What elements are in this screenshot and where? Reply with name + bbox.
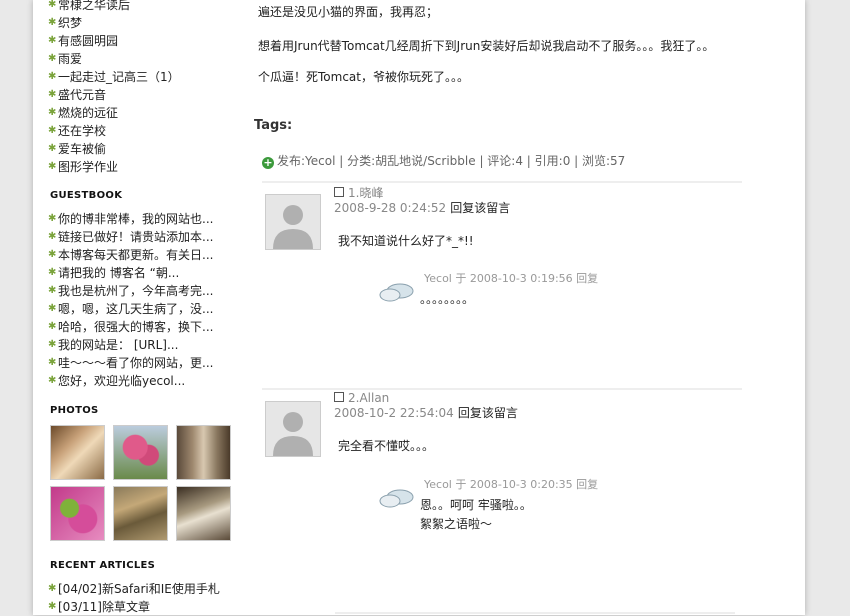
reply-line: 恩。。呵呵 牢骚啦。。 bbox=[420, 498, 532, 512]
article-link[interactable]: ✱ 燃烧的远征 bbox=[46, 104, 180, 122]
article-link[interactable]: ✱ 雨爱 bbox=[46, 50, 180, 68]
reply-link[interactable]: 回复该留言 bbox=[450, 201, 510, 215]
post-meta: + 发布:Yecol | 分类:胡乱地说/Scribble | 评论:4 | 引用… bbox=[262, 154, 626, 169]
reply-header: Yecol 于 2008-10-3 0:20:35 回复 bbox=[424, 478, 599, 491]
guestbook-item[interactable]: ✱ 链接已做好！请贵站添加本... bbox=[46, 228, 213, 246]
star-icon: ✱ bbox=[48, 231, 57, 242]
star-icon: ✱ bbox=[48, 89, 57, 100]
star-icon: ✱ bbox=[48, 107, 57, 118]
comment-icon bbox=[334, 392, 344, 402]
speech-bubble-icon bbox=[379, 283, 414, 302]
post-line: 想着用Jrun代替Tomcat几经周折下到Jrun安装好后却说我启动不了服务。。… bbox=[258, 39, 715, 53]
guestbook-item[interactable]: ✱ 本博客每天都更新。有关日... bbox=[46, 246, 213, 264]
guestbook-item[interactable]: ✱ 请把我的 博客名 “朝... bbox=[46, 264, 213, 282]
star-icon: ✱ bbox=[48, 583, 57, 594]
post-line: 个瓜逼！死Tomcat，爷被你玩死了。。。 bbox=[258, 70, 469, 84]
star-icon: ✱ bbox=[48, 17, 57, 28]
article-link[interactable]: ✱ 盛代元音 bbox=[46, 86, 180, 104]
star-icon: ✱ bbox=[48, 357, 57, 368]
article-link[interactable]: ✱ 还在学校 bbox=[46, 122, 180, 140]
plus-icon: + bbox=[262, 156, 274, 169]
guestbook-item[interactable]: ✱ 哇～～～看了你的网站，更... bbox=[46, 354, 213, 372]
star-icon: ✱ bbox=[48, 267, 57, 278]
article-list: ✱ 常棣之华读后 ✱ 织梦 ✱ 有感圆明园 ✱ 雨爱 ✱ 一起走过_记高三（1） ✱ 盛代元… bbox=[46, 0, 180, 176]
guestbook-list: ✱ 你的博非常棒，我的网站也... ✱ 链接已做好！请贵站添加本... ✱ 本博客每天… bbox=[46, 210, 213, 390]
star-icon: ✱ bbox=[48, 71, 57, 82]
star-icon: ✱ bbox=[48, 35, 57, 46]
article-link[interactable]: ✱ 爱车被偷 bbox=[46, 140, 180, 158]
pink-blossom-photo[interactable] bbox=[50, 486, 105, 541]
alley-photo[interactable] bbox=[176, 425, 231, 480]
recent-articles-list: ✱ [04/02]新Safari和IE使用手札 ✱ [03/11]除草文章 bbox=[46, 580, 220, 616]
post-line: 遍还是没见小猫的界面，我再忍； bbox=[258, 5, 439, 19]
tags-label: Tags: bbox=[254, 118, 293, 133]
star-icon: ✱ bbox=[48, 601, 57, 612]
guestbook-item[interactable]: ✱ 嗯，嗯，这几天生病了，没... bbox=[46, 300, 213, 318]
reply-body: 恩。。呵呵 牢骚啦。。 絮絮之语啦～ bbox=[420, 496, 532, 534]
divider bbox=[262, 388, 742, 390]
star-icon: ✱ bbox=[48, 161, 57, 172]
article-link[interactable]: ✱ 有感圆明园 bbox=[46, 32, 180, 50]
leaves-photo[interactable] bbox=[113, 486, 168, 541]
recent-article-link[interactable]: ✱ [04/02]新Safari和IE使用手札 bbox=[46, 580, 220, 598]
recent-article-link[interactable]: ✱ [03/11]除草文章 bbox=[46, 598, 220, 616]
star-icon: ✱ bbox=[48, 213, 57, 224]
photos-title: PHOTOS bbox=[50, 405, 99, 416]
star-icon: ✱ bbox=[48, 375, 57, 386]
comment-body: 完全看不懂哎。。。 bbox=[338, 439, 435, 453]
guestbook-item[interactable]: ✱ 我的网站是： [URL]... bbox=[46, 336, 213, 354]
divider bbox=[335, 612, 735, 614]
reply-link[interactable]: 回复该留言 bbox=[458, 406, 518, 420]
star-icon: ✱ bbox=[48, 249, 57, 260]
avatar bbox=[265, 401, 321, 457]
photo-grid bbox=[50, 425, 231, 541]
star-icon: ✱ bbox=[48, 143, 57, 154]
recent-articles-title: RECENT ARTICLES bbox=[50, 560, 156, 571]
guestbook-title: GUESTBOOK bbox=[50, 190, 123, 201]
article-link[interactable]: ✱ 一起走过_记高三（1） bbox=[46, 68, 180, 86]
avatar bbox=[265, 194, 321, 250]
guestbook-item[interactable]: ✱ 你的博非常棒，我的网站也... bbox=[46, 210, 213, 228]
reply-line: 絮絮之语啦～ bbox=[420, 517, 493, 531]
sign-photo[interactable] bbox=[176, 486, 231, 541]
divider bbox=[262, 181, 742, 183]
comment-body: 我不知道说什么好了*_*!! bbox=[338, 234, 474, 248]
reply-header: Yecol 于 2008-10-3 0:19:56 回复 bbox=[424, 272, 599, 285]
article-link[interactable]: ✱ 织梦 bbox=[46, 14, 180, 32]
star-icon: ✱ bbox=[48, 303, 57, 314]
reply-body: 。。。。。。。。 bbox=[420, 292, 475, 306]
comment-date: 2008-9-28 0:24:52 回复该留言 bbox=[334, 201, 511, 215]
guestbook-item[interactable]: ✱ 我也是杭州了，今年高考完... bbox=[46, 282, 213, 300]
star-icon: ✱ bbox=[48, 285, 57, 296]
article-link[interactable]: ✱ 常棣之华读后 bbox=[46, 0, 180, 14]
star-icon: ✱ bbox=[48, 339, 57, 350]
guestbook-item[interactable]: ✱ 您好，欢迎光临yecol... bbox=[46, 372, 213, 390]
comment-date: 2008-10-2 22:54:04 回复该留言 bbox=[334, 406, 518, 420]
article-link[interactable]: ✱ 图形学作业 bbox=[46, 158, 180, 176]
guestbook-item[interactable]: ✱ 哈哈，很强大的博客，换下... bbox=[46, 318, 213, 336]
comment-author: 2.Allan bbox=[334, 391, 389, 405]
speech-bubble-icon bbox=[379, 489, 414, 508]
pink-flowers-photo[interactable] bbox=[113, 425, 168, 480]
star-icon: ✱ bbox=[48, 0, 57, 10]
book-photo[interactable] bbox=[50, 425, 105, 480]
star-icon: ✱ bbox=[48, 53, 57, 64]
star-icon: ✱ bbox=[48, 125, 57, 136]
star-icon: ✱ bbox=[48, 321, 57, 332]
comment-icon bbox=[334, 187, 344, 197]
